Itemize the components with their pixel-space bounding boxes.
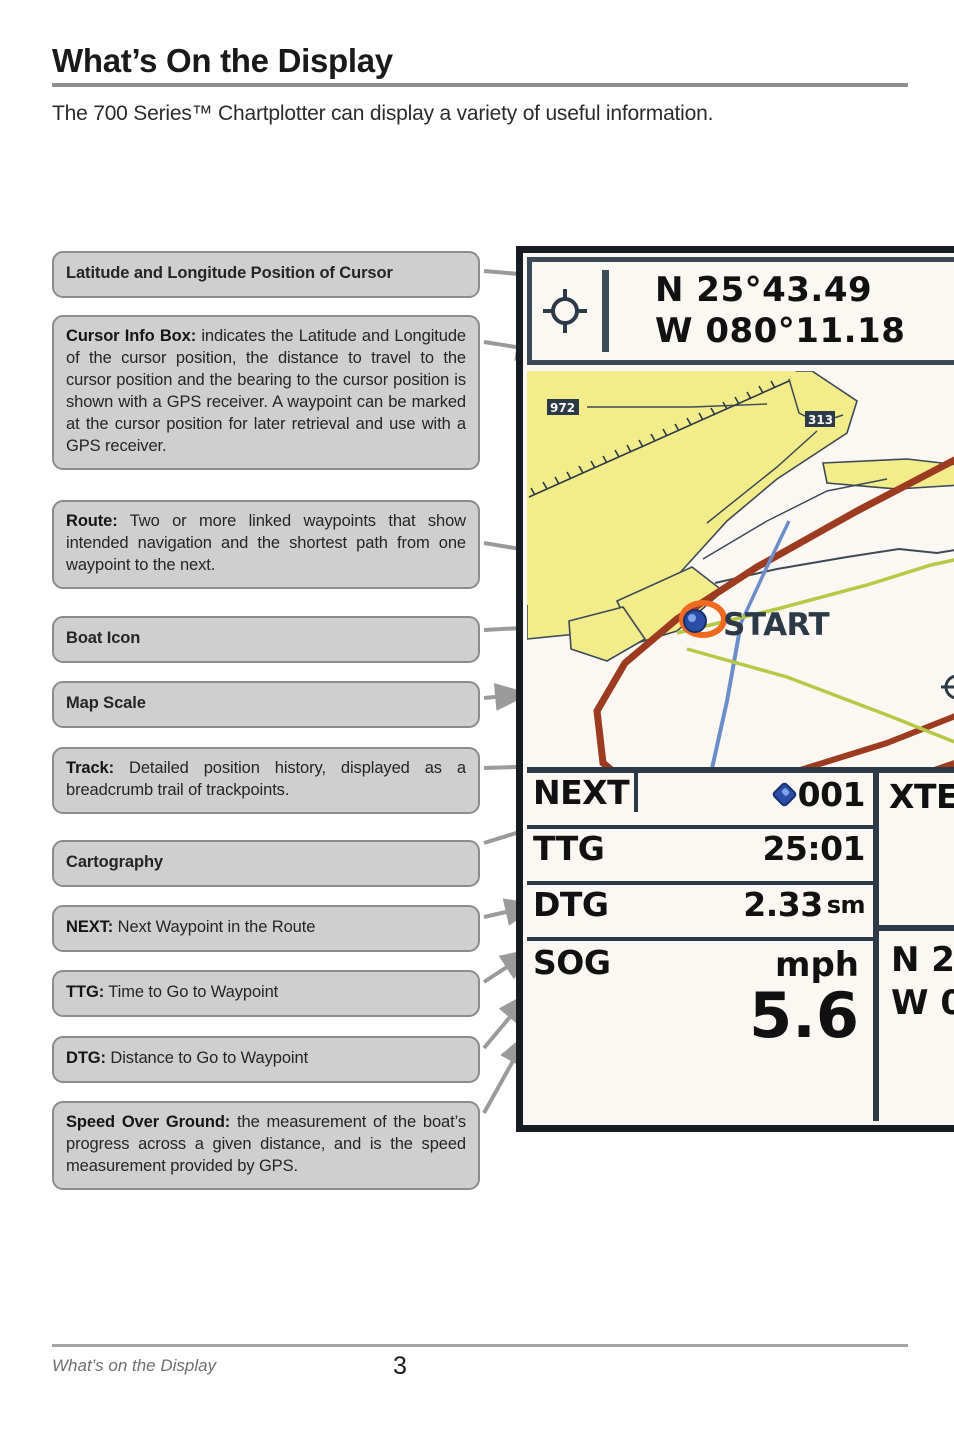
cursor-info-divider bbox=[602, 270, 609, 352]
nav-row-ttg: TTG 25:01 bbox=[527, 829, 873, 885]
waypoint-marker-right bbox=[941, 674, 954, 700]
nav-value-dtg-text: 2.33 bbox=[743, 885, 823, 924]
callout-term: Cartography bbox=[66, 853, 163, 871]
cursor-latitude: N 25°43.49 bbox=[655, 269, 873, 310]
crosshair-cursor-icon bbox=[543, 289, 587, 333]
callout-boat-icon[interactable]: Boat Icon bbox=[52, 616, 480, 663]
nav-value-ttg: 25:01 bbox=[762, 829, 865, 868]
callout-description: Time to Go to Waypoint bbox=[104, 983, 279, 1001]
position-latitude: N 2 bbox=[891, 940, 954, 980]
navigation-data-panel: NEXT 001 TTG 25:01 DTG 2.33 sm SOG mph 5… bbox=[527, 767, 954, 1121]
callout-term: NEXT: bbox=[66, 918, 114, 936]
position-coordinates: N 2 W 08 bbox=[891, 939, 954, 1024]
callout-cartography[interactable]: Cartography bbox=[52, 840, 480, 887]
callout-term: Speed Over Ground: bbox=[66, 1113, 231, 1131]
xte-label: XTE bbox=[889, 777, 954, 816]
callout-cursor-info-box[interactable]: Cursor Info Box: indicates the Latitude … bbox=[52, 315, 480, 470]
sog-label: SOG bbox=[533, 943, 611, 982]
callout-track[interactable]: Track: Detailed position history, displa… bbox=[52, 747, 480, 814]
intro-paragraph: The 700 Series™ Chartplotter can display… bbox=[52, 101, 714, 125]
callout-description: Detailed position history, displayed as … bbox=[66, 759, 466, 799]
callout-next[interactable]: NEXT: Next Waypoint in the Route bbox=[52, 905, 480, 952]
position-longitude: W 08 bbox=[891, 982, 954, 1023]
screen-inner: N 25°43.49 W 080°11.18 972 313 START NEX… bbox=[523, 253, 954, 1125]
cursor-longitude: W 080°11.18 bbox=[655, 311, 906, 351]
page-header: What’s On the Display The 700 Series™ Ch… bbox=[52, 42, 908, 127]
nav-row-dtg: DTG 2.33 sm bbox=[527, 885, 873, 941]
data-panel-right: XTE N 2 W 08 bbox=[879, 773, 954, 1121]
svg-text:972: 972 bbox=[550, 401, 575, 415]
nav-label-dtg: DTG bbox=[533, 885, 609, 924]
cursor-info-box: N 25°43.49 W 080°11.18 bbox=[527, 257, 954, 365]
xte-divider bbox=[879, 925, 954, 931]
callout-description: Two or more linked waypoints that show i… bbox=[66, 512, 466, 574]
callout-description: indicates the Latitude and Longitude of … bbox=[66, 327, 466, 455]
callout-speed-over-ground[interactable]: Speed Over Ground: the measurement of th… bbox=[52, 1101, 480, 1190]
nav-unit-dtg: sm bbox=[826, 890, 866, 919]
callout-term: Latitude and Longitude Position of Curso… bbox=[66, 264, 393, 282]
callout-dtg[interactable]: DTG: Distance to Go to Waypoint bbox=[52, 1036, 480, 1083]
sog-block: SOG mph 5.6 bbox=[527, 941, 873, 1121]
title-divider bbox=[52, 82, 908, 87]
page-title: What’s On the Display bbox=[52, 42, 393, 79]
footer-page-number: 3 bbox=[393, 1352, 407, 1380]
callout-term: DTG: bbox=[66, 1049, 106, 1067]
callout-term: Boat Icon bbox=[66, 629, 141, 647]
footer-content: What’s on the Display 3 bbox=[52, 1352, 908, 1386]
nav-rows: NEXT 001 TTG 25:01 DTG 2.33 sm bbox=[527, 773, 873, 941]
data-panel-left: NEXT 001 TTG 25:01 DTG 2.33 sm SOG mph 5… bbox=[527, 773, 879, 1121]
callout-description: Distance to Go to Waypoint bbox=[105, 1049, 309, 1067]
callout-ttg[interactable]: TTG: Time to Go to Waypoint bbox=[52, 970, 480, 1017]
sog-value: 5.6 bbox=[749, 979, 859, 1052]
waypoint-diamond-icon bbox=[770, 781, 798, 808]
svg-text:313: 313 bbox=[808, 413, 833, 427]
nav-value-dtg: 2.33 sm bbox=[743, 885, 865, 924]
callout-term: Route: bbox=[66, 512, 118, 530]
nav-row-next: NEXT 001 bbox=[527, 773, 873, 829]
nav-value-next: 001 bbox=[770, 775, 866, 814]
nav-label-next: NEXT bbox=[533, 773, 639, 812]
callout-term: TTG: bbox=[66, 983, 105, 1001]
callout-term: Cursor Info Box: bbox=[66, 327, 197, 345]
chartplotter-screen: N 25°43.49 W 080°11.18 972 313 START NEX… bbox=[516, 246, 954, 1132]
page-footer: What’s on the Display 3 bbox=[52, 1344, 908, 1386]
callout-description: Next Waypoint in the Route bbox=[113, 918, 316, 936]
nav-label-ttg: TTG bbox=[533, 829, 605, 868]
waypoint-start-label: START bbox=[723, 607, 830, 643]
callout-latitude-longitude-position-of-cursor[interactable]: Latitude and Longitude Position of Curso… bbox=[52, 251, 480, 298]
callout-map-scale[interactable]: Map Scale bbox=[52, 681, 480, 728]
depth-marker-972: 972 bbox=[547, 399, 579, 415]
callout-route[interactable]: Route: Two or more linked waypoints that… bbox=[52, 500, 480, 589]
channel-line-3 bbox=[714, 547, 954, 584]
callout-term: Map Scale bbox=[66, 694, 146, 712]
depth-marker-313: 313 bbox=[805, 411, 835, 427]
nav-value-next-text: 001 bbox=[797, 775, 866, 814]
cursor-coordinates: N 25°43.49 W 080°11.18 bbox=[655, 270, 905, 353]
footer-divider bbox=[52, 1344, 908, 1347]
callout-term: Track: bbox=[66, 759, 115, 777]
